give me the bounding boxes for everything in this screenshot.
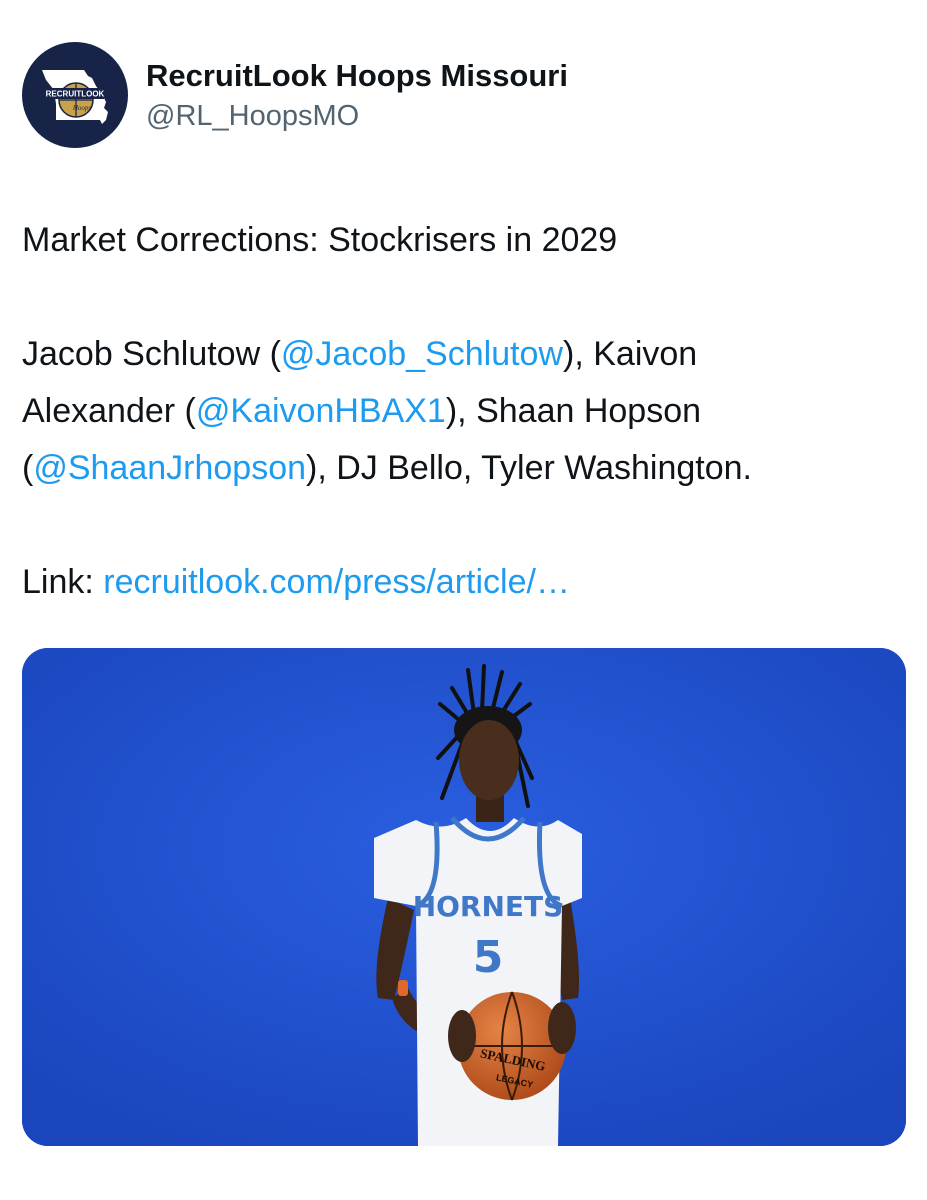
tweet-link-line: Link: recruitlook.com/press/article/… — [22, 554, 902, 611]
account-avatar[interactable]: RECRUITLOOK Hoops — [22, 42, 128, 148]
text-segment: ), DJ Bello, Tyler Washington. — [306, 449, 752, 487]
text-segment: ), Shaan Hopson — [445, 392, 702, 430]
tweet-media-image[interactable]: HORNETS 5 SPALDING LEGACY — [22, 648, 906, 1146]
tweet-line-1: Jacob Schlutow (@Jacob_Schlutow), Kaivon — [22, 326, 902, 383]
text-segment: ( — [22, 449, 34, 487]
missouri-logo-icon: RECRUITLOOK Hoops — [42, 70, 108, 124]
mention-kaivon[interactable]: @KaivonHBAX1 — [196, 392, 446, 430]
jersey-text: HORNETS — [413, 890, 564, 923]
article-link[interactable]: recruitlook.com/press/article/… — [103, 563, 570, 601]
display-name[interactable]: RecruitLook Hoops Missouri — [146, 58, 568, 94]
tweet-header: RECRUITLOOK Hoops RecruitLook Hoops Miss… — [22, 42, 902, 150]
below-media-strip — [0, 1168, 927, 1200]
mention-shaan[interactable]: @ShaanJrhopson — [33, 449, 306, 487]
logo-text-top: RECRUITLOOK — [46, 90, 105, 99]
text-segment: Jacob Schlutow ( — [22, 335, 281, 373]
tweet-text: Market Corrections: Stockrisers in 2029 … — [22, 212, 902, 611]
account-names: RecruitLook Hoops Missouri @RL_HoopsMO — [146, 58, 568, 134]
tweet-line-3: (@ShaanJrhopson), DJ Bello, Tyler Washin… — [22, 440, 902, 497]
account-handle[interactable]: @RL_HoopsMO — [146, 98, 568, 134]
tweet-headline: Market Corrections: Stockrisers in 2029 — [22, 221, 618, 259]
tweet-line-2: Alexander (@KaivonHBAX1), Shaan Hopson — [22, 383, 902, 440]
text-segment: ), Kaivon — [563, 335, 698, 373]
link-label: Link: — [22, 563, 104, 601]
logo-text-bottom: Hoops — [72, 104, 92, 112]
player-photo: HORNETS 5 SPALDING LEGACY — [22, 648, 906, 1146]
mention-jacob-schlutow[interactable]: @Jacob_Schlutow — [281, 335, 563, 373]
jersey-number: 5 — [473, 932, 504, 983]
text-segment: Alexander ( — [22, 392, 196, 430]
